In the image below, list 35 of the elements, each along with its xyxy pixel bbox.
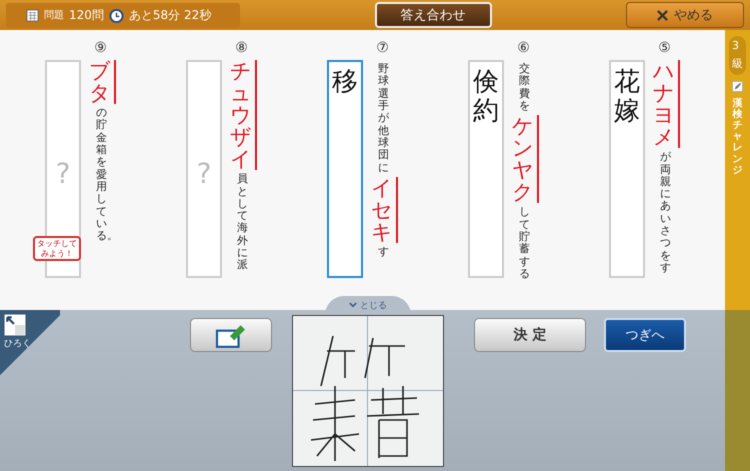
question-number: ⑨ [94, 40, 107, 56]
answer-box[interactable]: 倹約 [468, 60, 504, 278]
erase-button[interactable] [190, 318, 272, 352]
question-text: す [378, 246, 389, 258]
time-left: あと58分 22秒 [128, 6, 212, 24]
close-icon [657, 10, 668, 20]
question-text: が両親にあいさつをす [660, 151, 671, 274]
pencil-icon [732, 80, 743, 92]
check-answers-button[interactable]: 答え合わせ [374, 2, 492, 28]
answer-box[interactable]: 移 [327, 60, 363, 278]
hint-bubble: タッチしてみよう！ [33, 236, 81, 262]
question-number: ⑥ [517, 40, 530, 56]
confirm-button[interactable]: 決 定 [474, 318, 586, 352]
question-label: 問題 [44, 9, 64, 22]
reading-text: ブタ [89, 60, 116, 104]
reading-text: チュウザイ [230, 60, 257, 170]
reading-text: ハナヨメ [653, 60, 680, 148]
next-button[interactable]: つぎへ [604, 318, 686, 352]
chevron-down-icon [349, 302, 357, 309]
quit-button[interactable]: やめる [626, 2, 744, 28]
question-text: 野球選手が他球団に [378, 63, 389, 174]
level-badge: 3 級 [729, 36, 746, 75]
calendar-icon [26, 8, 39, 22]
question-number: ⑦ [376, 40, 389, 56]
answer-box[interactable]: 花嫁 [609, 60, 645, 278]
question-text: して貯蓄する [519, 206, 530, 280]
question-number: ⑧ [235, 40, 248, 56]
question-count: 120問 [69, 6, 104, 24]
reading-text: ケンヤク [512, 115, 539, 204]
reading-text: イセキ [371, 176, 398, 243]
expand-icon [4, 314, 26, 336]
question-number: ⑤ [658, 40, 671, 56]
question-text: 員として海外に派 [237, 173, 248, 272]
clock-icon [108, 8, 124, 22]
question-text: 交際費を [519, 63, 530, 112]
